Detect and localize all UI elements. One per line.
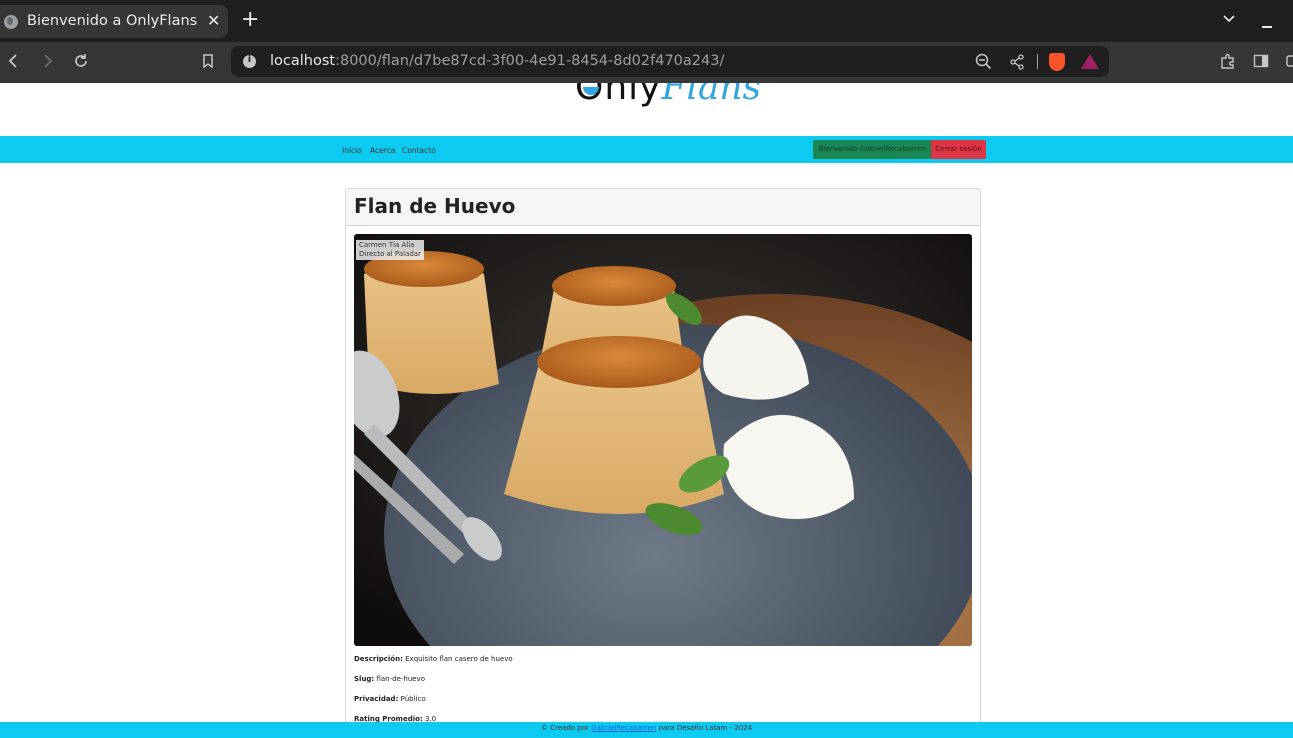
brave-rewards-icon[interactable]	[1081, 54, 1099, 69]
site-footer: © Creado por GabrielRecabarren para Desa…	[0, 722, 1293, 738]
slug-field: Slug: flan-de-huevo	[354, 675, 425, 683]
privacy-label: Privacidad:	[354, 695, 399, 703]
forward-arrow-icon[interactable]	[38, 52, 56, 70]
nav-link-acerca[interactable]: Acerca	[370, 146, 395, 155]
site-info-icon[interactable]	[243, 54, 256, 68]
reload-icon[interactable]	[72, 52, 90, 70]
description-value: Exquisito flan casero de huevo	[405, 655, 513, 663]
flan-image: Carmen Tía Alía Directo al Paladar	[354, 234, 972, 646]
image-credit-author: Carmen Tía Alía	[359, 241, 415, 249]
slug-value: flan-de-huevo	[376, 675, 426, 683]
flan-detail-card: Flan de Huevo Carmen Tía Alía Directo al…	[345, 188, 981, 738]
globe-icon	[4, 15, 18, 29]
web-page: OnlyFlans Inicio Acerca Contacto Bienven…	[0, 83, 1293, 738]
extensions-icon[interactable]	[1220, 53, 1236, 69]
divider	[1037, 54, 1038, 69]
browser-tab[interactable]: Bienvenido a OnlyFlans ✕	[0, 5, 228, 38]
url-path: :8000/flan/d7be87cd-3f00-4e91-8454-8d02f…	[335, 53, 725, 69]
privacy-field: Privacidad: Público	[354, 695, 426, 703]
url-host: localhost	[270, 53, 336, 69]
nav-link-inicio[interactable]: Inicio	[342, 146, 362, 155]
welcome-user-button[interactable]: Bienvenido GabrielRecabarren	[813, 140, 931, 159]
footer-author-link[interactable]: GabrielRecabarren	[591, 724, 656, 732]
privacy-value: Público	[400, 695, 426, 703]
wallet-icon[interactable]	[1283, 53, 1293, 69]
logo-flans-text: Flans	[661, 83, 762, 108]
image-credit-source: Directo al Paladar	[359, 250, 421, 258]
chevron-down-icon[interactable]	[1222, 12, 1236, 26]
description-label: Descripción:	[354, 655, 403, 663]
back-arrow-icon[interactable]	[5, 52, 23, 70]
nav-link-contacto[interactable]: Contacto	[402, 146, 436, 155]
card-header: Flan de Huevo	[346, 189, 980, 226]
browser-toolbar: localhost:8000/flan/d7be87cd-3f00-4e91-8…	[0, 42, 1293, 83]
close-tab-icon[interactable]: ✕	[207, 11, 220, 30]
new-tab-button[interactable]: +	[241, 9, 259, 31]
share-icon[interactable]	[1009, 54, 1025, 70]
slug-label: Slug:	[354, 675, 375, 683]
url-text[interactable]: localhost:8000/flan/d7be87cd-3f00-4e91-8…	[270, 53, 724, 69]
address-bar[interactable]: localhost:8000/flan/d7be87cd-3f00-4e91-8…	[231, 46, 1109, 77]
description-field: Descripción: Exquisito flan casero de hu…	[354, 655, 513, 663]
flan-title: Flan de Huevo	[354, 194, 516, 218]
brave-shields-icon[interactable]	[1049, 53, 1065, 71]
site-logo[interactable]: OnlyFlans	[575, 83, 761, 111]
logout-button[interactable]: Cerrar sesión	[931, 140, 986, 159]
minimize-window-icon[interactable]	[1262, 26, 1272, 28]
flan-photo-illustration	[354, 234, 972, 646]
bookmark-icon[interactable]	[199, 52, 217, 70]
browser-tab-bar: Bienvenido a OnlyFlans ✕ +	[0, 0, 1293, 42]
footer-suffix: para Desafío Latam - 2024	[658, 724, 753, 732]
site-navbar: Inicio Acerca Contacto Bienvenido Gabrie…	[0, 136, 1293, 163]
footer-prefix: © Creado por	[540, 724, 589, 732]
image-credit: Carmen Tía Alía Directo al Paladar	[356, 240, 424, 260]
zoom-out-icon[interactable]	[975, 53, 992, 70]
tab-title: Bienvenido a OnlyFlans	[27, 13, 198, 29]
sidebar-icon[interactable]	[1253, 53, 1269, 69]
